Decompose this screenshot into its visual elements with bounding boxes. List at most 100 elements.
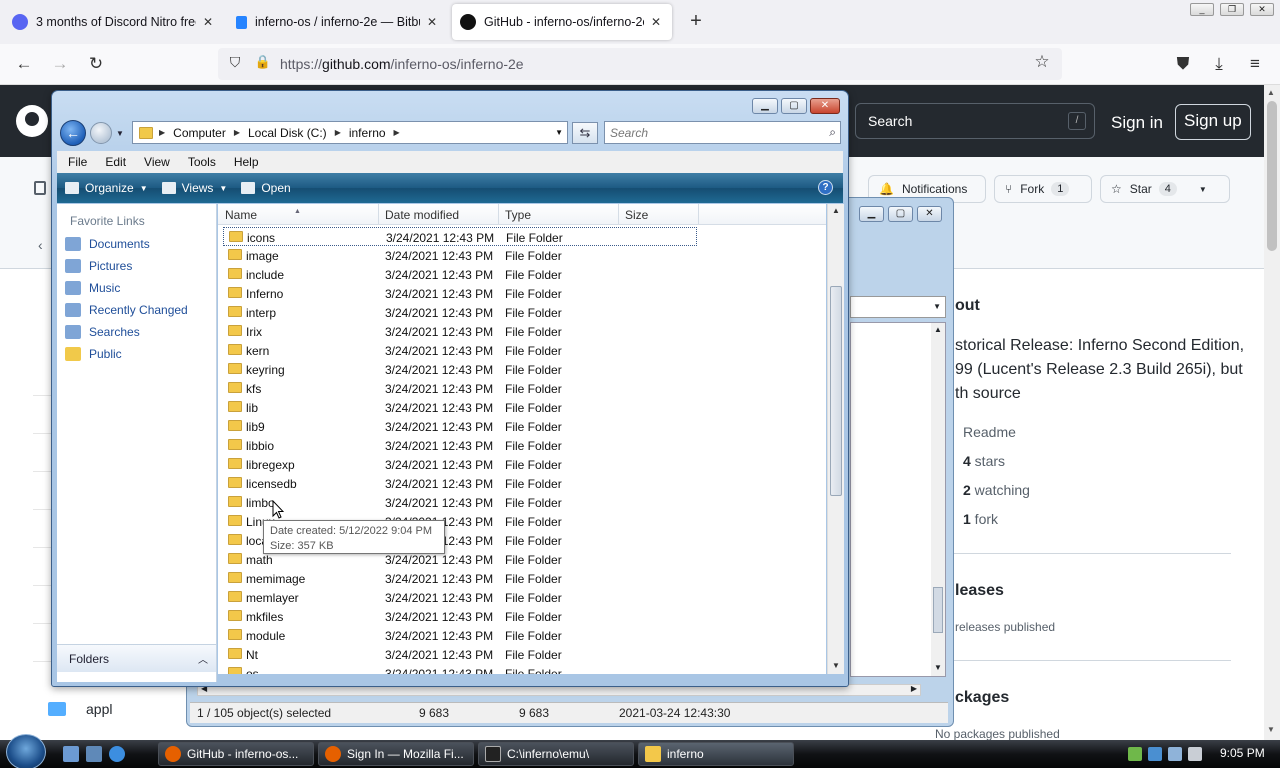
- breadcrumb-arrow-icon[interactable]: ▶: [234, 128, 240, 137]
- file-row-module[interactable]: module 3/24/2021 12:43 PM File Folder: [218, 626, 698, 645]
- display-icon[interactable]: [1148, 747, 1162, 761]
- search-input[interactable]: Search ⌕: [604, 121, 841, 144]
- dropdown-field[interactable]: ▼: [850, 296, 946, 318]
- search-icon[interactable]: ⌕: [829, 125, 836, 140]
- menu-hamburger-icon[interactable]: ≡: [1244, 54, 1266, 76]
- column-type[interactable]: Type: [505, 208, 531, 222]
- new-tab-button[interactable]: +: [686, 10, 706, 34]
- chevron-down-icon[interactable]: ▼: [555, 128, 563, 137]
- scrollbar-thumb[interactable]: [1267, 101, 1277, 251]
- file-row-libregexp[interactable]: libregexp 3/24/2021 12:43 PM File Folder: [218, 455, 698, 474]
- menu-file[interactable]: File: [68, 155, 87, 169]
- nav-link-public[interactable]: Public: [65, 347, 122, 361]
- nav-link-recently-changed[interactable]: Recently Changed: [65, 303, 188, 317]
- file-row-lib9[interactable]: lib9 3/24/2021 12:43 PM File Folder: [218, 417, 698, 436]
- breadcrumb-arrow-icon[interactable]: ▶: [335, 128, 341, 137]
- help-icon[interactable]: ?: [818, 180, 833, 195]
- show-desktop-icon[interactable]: [63, 746, 79, 762]
- switch-windows-icon[interactable]: [86, 746, 102, 762]
- scroll-right-icon[interactable]: ▶: [911, 684, 917, 693]
- packages-heading[interactable]: ckages: [955, 689, 1009, 707]
- scroll-up-icon[interactable]: ▲: [832, 206, 840, 215]
- downloads-icon[interactable]: ⤓: [1208, 54, 1230, 76]
- file-row-memimage[interactable]: memimage 3/24/2021 12:43 PM File Folder: [218, 569, 698, 588]
- menu-help[interactable]: Help: [234, 155, 259, 169]
- scrollbar-thumb[interactable]: [933, 587, 943, 633]
- file-row-licensedb[interactable]: licensedb 3/24/2021 12:43 PM File Folder: [218, 474, 698, 493]
- stars-link[interactable]: 4 stars: [963, 453, 1005, 469]
- file-row-image[interactable]: image 3/24/2021 12:43 PM File Folder: [218, 246, 698, 265]
- open-button[interactable]: Open: [241, 181, 291, 195]
- refresh-button[interactable]: ⇆: [572, 122, 598, 144]
- menu-edit[interactable]: Edit: [105, 155, 126, 169]
- file-row-limbo[interactable]: limbo 3/24/2021 12:43 PM File Folder: [218, 493, 698, 512]
- breadcrumb-arrow-icon[interactable]: ▶: [394, 128, 400, 137]
- back-arrow-icon[interactable]: ←: [13, 54, 35, 76]
- file-row-irix[interactable]: Irix 3/24/2021 12:43 PM File Folder: [218, 322, 698, 341]
- sign-in-link[interactable]: Sign in: [1111, 113, 1163, 133]
- file-row-mkfiles[interactable]: mkfiles 3/24/2021 12:43 PM File Folder: [218, 607, 698, 626]
- organize-button[interactable]: Organize ▼: [65, 181, 148, 195]
- column-name[interactable]: Name: [225, 208, 257, 222]
- maximize-button[interactable]: ❐: [1220, 3, 1244, 16]
- column-divider[interactable]: [698, 204, 699, 225]
- close-tab-icon[interactable]: ✕: [200, 15, 216, 29]
- scroll-up-icon[interactable]: ▲: [1267, 88, 1275, 97]
- tab-github[interactable]: GitHub - inferno-os/inferno-2e ✕: [452, 4, 672, 40]
- folders-toggle[interactable]: Folders ︿: [57, 644, 216, 672]
- breadcrumb-computer[interactable]: Computer: [173, 126, 226, 140]
- taskbar-signin-firefox[interactable]: Sign In — Mozilla Fi...: [318, 742, 474, 766]
- explorer-window[interactable]: ▁ ▢ ✕ ← ▼ ▶ Computer ▶ Local Disk (C:) ▶…: [51, 90, 849, 687]
- file-row-os[interactable]: os 3/24/2021 12:43 PM File Folder: [218, 664, 698, 674]
- views-button[interactable]: Views ▼: [161, 181, 227, 195]
- chevron-left-icon[interactable]: ‹: [38, 237, 43, 253]
- breadcrumb-inferno[interactable]: inferno: [349, 126, 386, 140]
- taskbar-inferno-explorer[interactable]: inferno: [638, 742, 794, 766]
- network-connection-icon[interactable]: [1168, 747, 1182, 761]
- address-bar[interactable]: ▶ Computer ▶ Local Disk (C:) ▶ inferno ▶…: [132, 121, 568, 144]
- releases-heading[interactable]: leases: [955, 582, 1004, 600]
- watching-link[interactable]: 2 watching: [963, 482, 1030, 498]
- close-button[interactable]: ✕: [917, 206, 942, 222]
- close-button[interactable]: ✕: [810, 98, 840, 114]
- maximize-button[interactable]: ▢: [888, 206, 913, 222]
- tab-bitbucket[interactable]: inferno-os / inferno-2e — Bitbu ✕: [228, 4, 448, 40]
- taskbar-github-firefox[interactable]: GitHub - inferno-os...: [158, 742, 314, 766]
- file-row-memlayer[interactable]: memlayer 3/24/2021 12:43 PM File Folder: [218, 588, 698, 607]
- close-window-button[interactable]: ✕: [1250, 3, 1274, 16]
- minimize-button[interactable]: ▁: [752, 98, 778, 114]
- column-divider[interactable]: [378, 204, 379, 225]
- file-row-interp[interactable]: interp 3/24/2021 12:43 PM File Folder: [218, 303, 698, 322]
- forks-link[interactable]: 1 fork: [963, 511, 998, 527]
- forward-arrow-icon[interactable]: [90, 122, 112, 144]
- page-scrollbar[interactable]: ▲ ▼: [1264, 85, 1280, 740]
- scrollbar-thumb[interactable]: [830, 286, 842, 496]
- internet-explorer-icon[interactable]: [109, 746, 125, 762]
- recent-pages-dropdown[interactable]: ▼: [116, 129, 124, 138]
- volume-muted-icon[interactable]: [1188, 747, 1202, 761]
- file-row-nt[interactable]: Nt 3/24/2021 12:43 PM File Folder: [218, 645, 698, 664]
- file-list-scrollbar[interactable]: ▲ ▼: [827, 204, 844, 674]
- file-row-icons[interactable]: icons 3/24/2021 12:43 PM File Folder: [223, 227, 697, 246]
- github-search-input[interactable]: Search /: [855, 103, 1095, 139]
- list-scrollbar[interactable]: ▲ ▼: [931, 323, 945, 676]
- tab-discord[interactable]: 3 months of Discord Nitro free I ✕: [4, 4, 224, 40]
- nav-link-documents[interactable]: Documents: [65, 237, 150, 251]
- column-divider[interactable]: [498, 204, 499, 225]
- github-logo-icon[interactable]: [16, 105, 48, 137]
- menu-view[interactable]: View: [144, 155, 170, 169]
- column-date-modified[interactable]: Date modified: [385, 208, 459, 222]
- nav-link-searches[interactable]: Searches: [65, 325, 140, 339]
- close-tab-icon[interactable]: ✕: [648, 15, 664, 29]
- start-button[interactable]: [6, 734, 46, 768]
- close-tab-icon[interactable]: ✕: [424, 15, 440, 29]
- pocket-icon[interactable]: ⛊: [1172, 54, 1194, 76]
- clock[interactable]: 9:05 PM: [1220, 746, 1265, 760]
- network-icon[interactable]: [1128, 747, 1142, 761]
- forward-arrow-icon[interactable]: →: [49, 54, 71, 76]
- minimize-button[interactable]: _: [1190, 3, 1214, 16]
- file-row-kern[interactable]: kern 3/24/2021 12:43 PM File Folder: [218, 341, 698, 360]
- fork-button[interactable]: ⑂ Fork 1: [994, 175, 1092, 203]
- url-bar[interactable]: ⛉ 🔒 https://github.com/inferno-os/infern…: [218, 48, 1062, 80]
- sign-up-button[interactable]: Sign up: [1175, 104, 1251, 140]
